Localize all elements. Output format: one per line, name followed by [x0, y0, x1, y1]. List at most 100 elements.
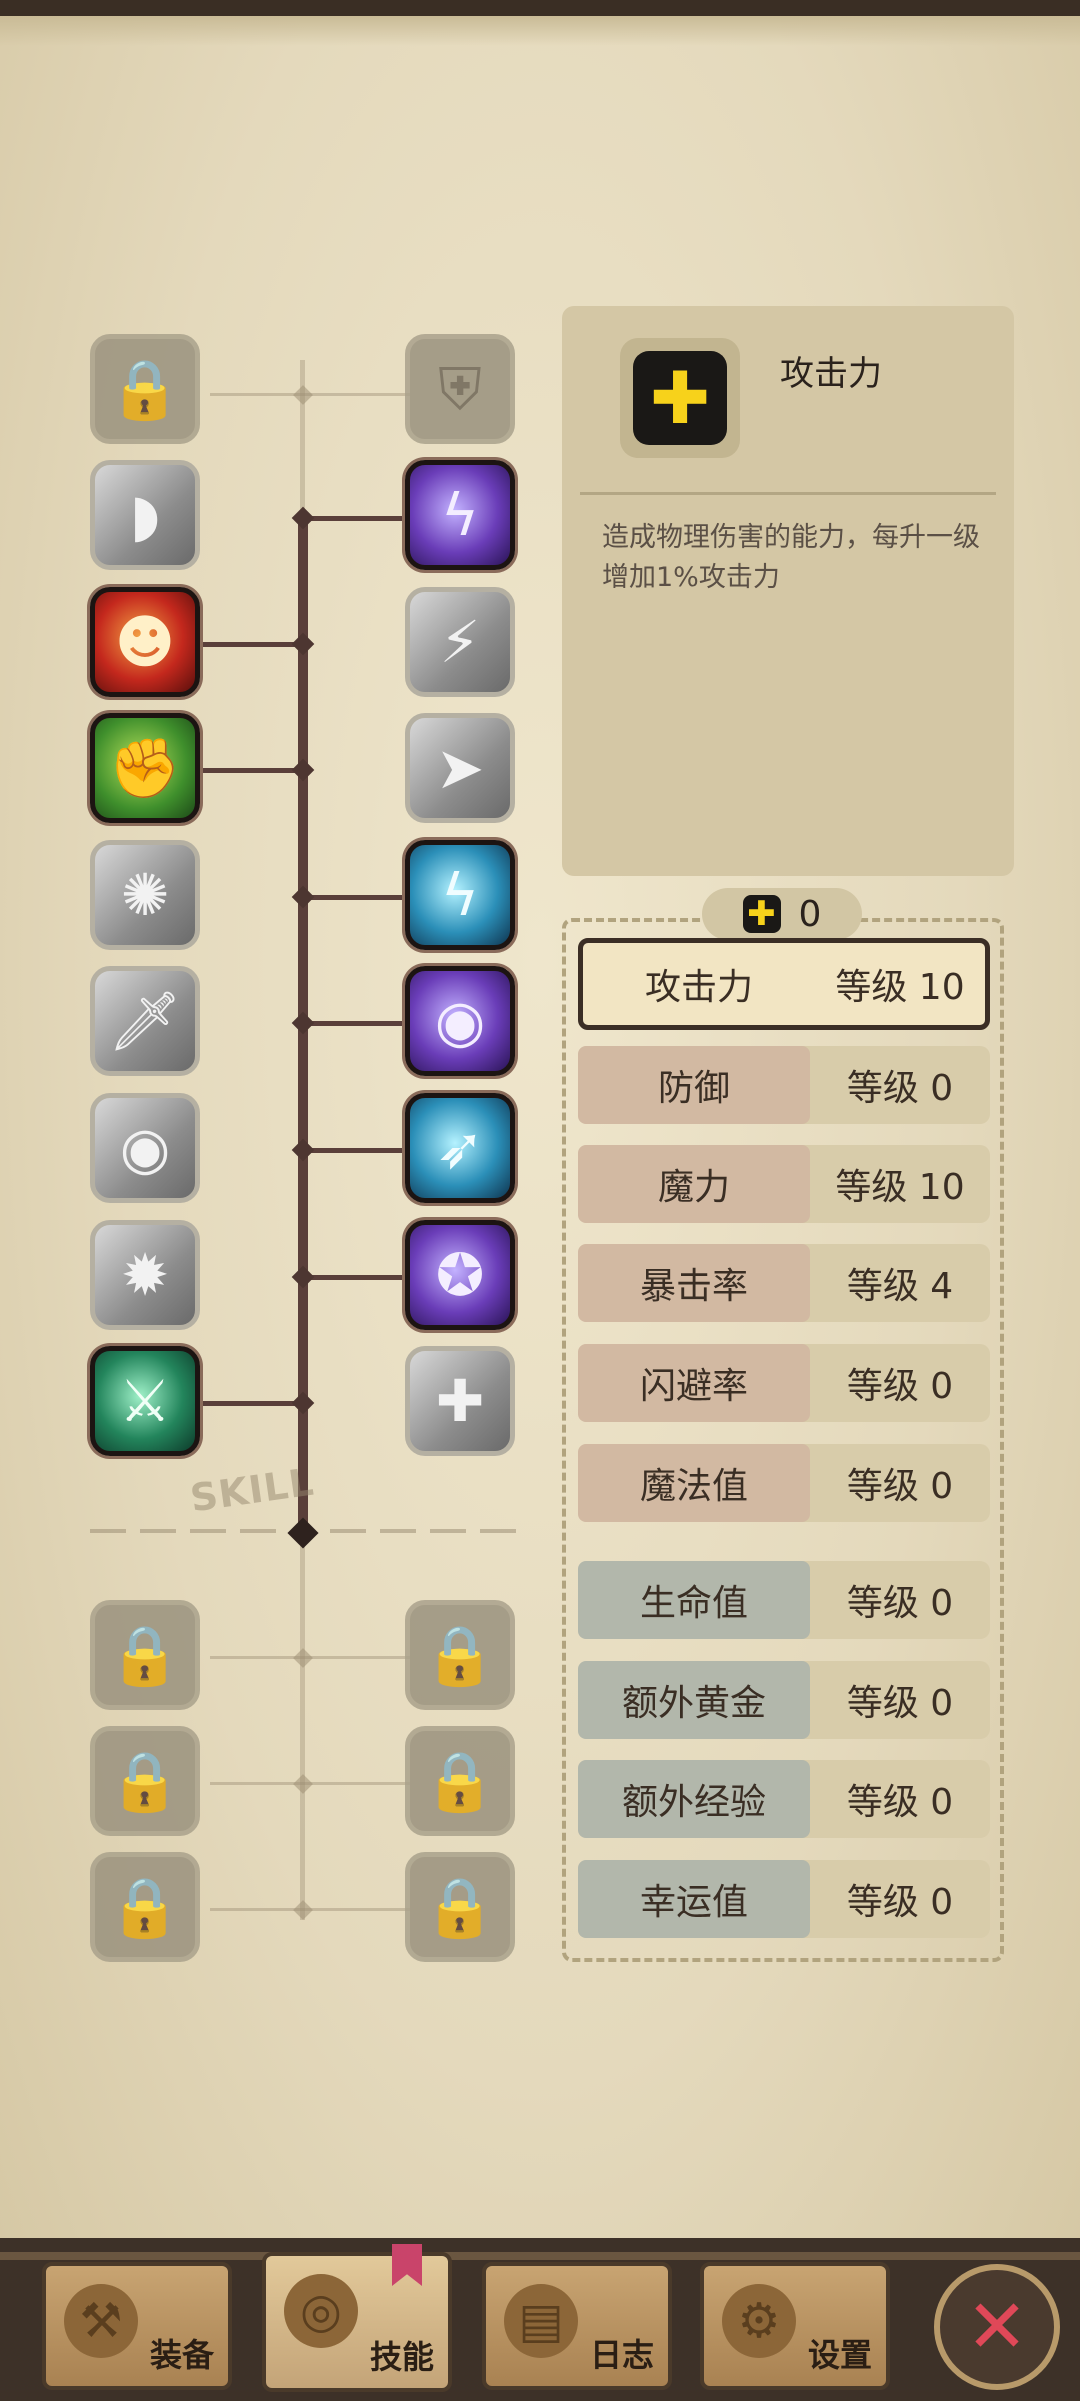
tab-label: 装备 — [149, 2336, 214, 2374]
skill-slot-right-8[interactable]: ✪ — [405, 1220, 515, 1330]
skill-slot-right-5[interactable]: ϟ — [405, 840, 515, 950]
stat-row-dodge-rate[interactable]: 闪避率 等级 0 — [578, 1344, 990, 1422]
dash-icon: ➤ — [435, 734, 485, 802]
tree-branch — [303, 516, 407, 521]
available-points-badge: ✚ 0 — [702, 888, 862, 940]
skill-slot-left-7[interactable]: ◉ — [90, 1093, 200, 1203]
top-edge — [0, 0, 1080, 16]
eye-icon: ◉ — [434, 987, 486, 1055]
divider-dash — [240, 1529, 276, 1533]
stat-level: 等级 0 — [846, 1882, 954, 1923]
skill-slot-left-1[interactable]: 🔒 — [90, 334, 200, 444]
skill-slot-left-5[interactable]: ✺ — [90, 840, 200, 950]
stat-name: 幸运值 — [578, 1860, 810, 1938]
electric-shock-icon: ϟ — [440, 861, 480, 929]
stat-name: 魔法值 — [578, 1444, 810, 1522]
stat-level: 等级 10 — [835, 967, 965, 1008]
stat-level: 等级 0 — [846, 1683, 954, 1724]
skull-orb-icon: ✪ — [435, 1241, 485, 1309]
skill-slot-right-1[interactable]: ⛨ — [405, 334, 515, 444]
stat-row-luck[interactable]: 幸运值 等级 0 — [578, 1860, 990, 1938]
skill-slot-right-2[interactable]: ϟ — [405, 460, 515, 570]
lock-icon: 🔒 — [108, 354, 182, 423]
dagger-icon: 🗡 — [108, 986, 182, 1055]
skill-slot-left-8[interactable]: ✹ — [90, 1220, 200, 1330]
skill-slot-right-4[interactable]: ➤ — [405, 713, 515, 823]
divider-dash — [90, 1529, 126, 1533]
divider-dash — [480, 1529, 516, 1533]
rage-icon: ☻ — [114, 608, 176, 676]
locked-slot-left-3[interactable]: 🔒 — [90, 1852, 200, 1962]
stat-title: 攻击力 — [780, 354, 882, 394]
locked-slot-right-1[interactable]: 🔒 — [405, 1600, 515, 1710]
skill-slot-right-6[interactable]: ◉ — [405, 966, 515, 1076]
stat-name: 暴击率 — [578, 1244, 810, 1322]
stat-row-defense[interactable]: 防御 等级 0 — [578, 1046, 990, 1124]
tab-journal[interactable]: ▤ 日志 — [482, 2262, 672, 2390]
whirlwind-blade-icon: ➶ — [435, 1114, 485, 1182]
stat-level: 等级 0 — [846, 1366, 954, 1407]
stat-row-extra-gold[interactable]: 额外黄金 等级 0 — [578, 1661, 990, 1739]
tree-branch — [200, 642, 303, 647]
lock-icon: 🔒 — [423, 1746, 497, 1815]
skill-slot-left-9[interactable]: ⚔ — [90, 1346, 200, 1456]
journal-icon: ▤ — [504, 2284, 578, 2358]
stat-row-health[interactable]: 生命值 等级 0 — [578, 1561, 990, 1639]
lock-icon: 🔒 — [108, 1620, 182, 1689]
tree-branch — [200, 768, 303, 773]
divider-dash — [380, 1529, 416, 1533]
tree-branch — [303, 895, 407, 900]
skill-slot-right-7[interactable]: ➶ — [405, 1093, 515, 1203]
stat-row-attack[interactable]: 攻击力 等级 10 — [578, 938, 990, 1030]
locked-slot-left-2[interactable]: 🔒 — [90, 1726, 200, 1836]
locked-slot-left-1[interactable]: 🔒 — [90, 1600, 200, 1710]
plus-icon: ✚ — [742, 895, 781, 933]
stat-name: 生命值 — [578, 1561, 810, 1639]
tab-label: 日志 — [589, 2336, 654, 2374]
tree-branch — [303, 1148, 407, 1153]
divider-dash — [430, 1529, 466, 1533]
lock-icon: 🔒 — [108, 1872, 182, 1941]
stat-level: 等级 0 — [846, 1583, 954, 1624]
lightning-strike-icon: ϟ — [440, 481, 480, 549]
info-divider — [580, 492, 996, 495]
heal-icon: ✚ — [435, 1367, 485, 1435]
bottom-nav-rail — [0, 2252, 1080, 2260]
shield-lock-icon: ⛨ — [438, 354, 482, 423]
crossed-swords-icon: ⚔ — [119, 1367, 171, 1435]
top-shade — [0, 16, 1080, 46]
muscle-arm-icon: ✊ — [108, 733, 182, 802]
burst-icon: ✺ — [120, 861, 170, 929]
stat-level: 等级 10 — [835, 1167, 965, 1208]
stat-row-crit-rate[interactable]: 暴击率 等级 4 — [578, 1244, 990, 1322]
skill-slot-left-4[interactable]: ✊ — [90, 713, 200, 823]
tab-equipment[interactable]: ⚒ 装备 — [42, 2262, 232, 2390]
stat-name: 额外黄金 — [578, 1661, 810, 1739]
stat-level: 等级 0 — [846, 1782, 954, 1823]
skill-ring-icon: ◎ — [284, 2274, 358, 2348]
skill-slot-left-2[interactable]: ◗ — [90, 460, 200, 570]
berserk-icon: ✹ — [120, 1241, 170, 1309]
stat-row-mana[interactable]: 魔法值 等级 0 — [578, 1444, 990, 1522]
tree-branch — [200, 1401, 303, 1406]
divider-dash — [190, 1529, 226, 1533]
skill-slot-left-6[interactable]: 🗡 — [90, 966, 200, 1076]
tab-skills[interactable]: ◎ 技能 — [262, 2252, 452, 2392]
plus-icon: ✚ — [633, 351, 727, 445]
skill-slot-right-9[interactable]: ✚ — [405, 1346, 515, 1456]
stat-info-panel: ✚ 攻击力 造成物理伤害的能力，每升一级增加1%攻击力 — [562, 306, 1014, 876]
stat-row-magic-power[interactable]: 魔力 等级 10 — [578, 1145, 990, 1223]
available-points-value: 0 — [798, 893, 822, 935]
stat-row-extra-exp[interactable]: 额外经验 等级 0 — [578, 1760, 990, 1838]
gear-icon: ⚙ — [722, 2284, 796, 2358]
skill-slot-right-3[interactable]: ⚡ — [405, 587, 515, 697]
tab-label: 设置 — [807, 2336, 872, 2374]
locked-slot-right-2[interactable]: 🔒 — [405, 1726, 515, 1836]
close-button[interactable]: ✕ — [934, 2264, 1060, 2390]
skill-slot-left-3[interactable]: ☻ — [90, 587, 200, 697]
tab-settings[interactable]: ⚙ 设置 — [700, 2262, 890, 2390]
locked-slot-right-3[interactable]: 🔒 — [405, 1852, 515, 1962]
stat-level: 等级 0 — [846, 1068, 954, 1109]
divider-dash — [140, 1529, 176, 1533]
stat-name: 魔力 — [578, 1145, 810, 1223]
